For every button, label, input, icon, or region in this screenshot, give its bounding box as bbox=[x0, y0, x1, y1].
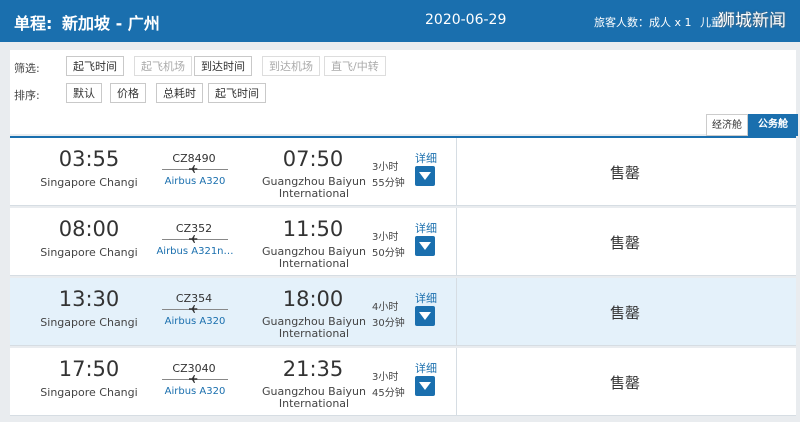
filter-row: 筛选: 起飞时间 起飞机场 到达时间 到达机场 直飞/中转 bbox=[10, 56, 796, 80]
detail-expand-button[interactable] bbox=[415, 376, 435, 396]
chevron-down-icon bbox=[419, 242, 431, 250]
row-divider bbox=[456, 278, 457, 346]
sort-default-button[interactable]: 默认 bbox=[66, 83, 102, 103]
sold-out-status: 售罄 bbox=[609, 164, 640, 182]
sort-departure-time-button[interactable]: 起飞时间 bbox=[208, 83, 266, 103]
route-title: 新加坡 - 广州 bbox=[62, 14, 160, 33]
header-bar: 单程: 新加坡 - 广州 2020-06-29 旅客人数：成人 x 1 儿童 狮… bbox=[0, 0, 800, 42]
detail-expand-button[interactable] bbox=[415, 236, 435, 256]
chevron-down-icon bbox=[419, 172, 431, 180]
chevron-down-icon bbox=[419, 382, 431, 390]
arrival-airport: Guangzhou Baiyun International bbox=[244, 316, 384, 340]
detail-expand-button[interactable] bbox=[415, 306, 435, 326]
arrival-airport: Guangzhou Baiyun International bbox=[244, 386, 384, 410]
arrival-airport-line2: International bbox=[278, 327, 350, 340]
duration-minutes: 45分钟 bbox=[372, 388, 405, 399]
detail-link[interactable]: 详细 bbox=[415, 360, 437, 376]
filter-departure-airport-button[interactable]: 起飞机场 bbox=[134, 56, 192, 76]
detail-expand-button[interactable] bbox=[415, 166, 435, 186]
sort-price-button[interactable]: 价格 bbox=[110, 83, 146, 103]
flight-row[interactable]: 17:50 Singapore Changi CZ3040 Airbus A32… bbox=[10, 348, 796, 416]
plane-icon bbox=[189, 165, 198, 173]
departure-time: 03:55 bbox=[58, 147, 120, 171]
arrival-time: 07:50 bbox=[282, 147, 344, 171]
arrival-airport-line2: International bbox=[278, 187, 350, 200]
arrival-airport-line2: International bbox=[278, 397, 350, 410]
duration-minutes: 55分钟 bbox=[372, 178, 405, 189]
filter-direct-transfer-button[interactable]: 直飞/中转 bbox=[324, 56, 386, 76]
aircraft-type[interactable]: Airbus A321n… bbox=[156, 246, 234, 257]
arrival-time: 21:35 bbox=[282, 357, 344, 381]
detail-link[interactable]: 详细 bbox=[415, 220, 437, 236]
duration-hours: 3小时 bbox=[372, 372, 399, 383]
plane-icon bbox=[189, 305, 198, 313]
departure-airport: Singapore Changi bbox=[40, 316, 138, 329]
filter-arrival-airport-button[interactable]: 到达机场 bbox=[262, 56, 320, 76]
detail-link[interactable]: 详细 bbox=[415, 150, 437, 166]
flight-row[interactable]: 03:55 Singapore Changi CZ8490 Airbus A32… bbox=[10, 138, 796, 206]
tab-business[interactable]: 公务舱 bbox=[748, 114, 798, 136]
departure-airport: Singapore Changi bbox=[40, 176, 138, 189]
travel-date: 2020-06-29 bbox=[425, 12, 507, 28]
chevron-down-icon bbox=[419, 312, 431, 320]
sold-out-status: 售罄 bbox=[609, 304, 640, 322]
arrival-airport: Guangzhou Baiyun International bbox=[244, 176, 384, 200]
arrival-time: 11:50 bbox=[282, 217, 344, 241]
filter-label: 筛选: bbox=[14, 62, 40, 75]
filter-departure-time-button[interactable]: 起飞时间 bbox=[66, 56, 124, 76]
departure-time: 17:50 bbox=[58, 357, 120, 381]
row-divider bbox=[456, 138, 457, 206]
sold-out-status: 售罄 bbox=[609, 374, 640, 392]
departure-airport: Singapore Changi bbox=[40, 246, 138, 259]
duration-minutes: 30分钟 bbox=[372, 318, 405, 329]
passenger-count: 旅客人数：成人 x 1 bbox=[594, 16, 692, 29]
row-divider bbox=[456, 208, 457, 276]
arrival-airport: Guangzhou Baiyun International bbox=[244, 246, 384, 270]
departure-time: 13:30 bbox=[58, 287, 120, 311]
flight-row[interactable]: 13:30 Singapore Changi CZ354 Airbus A320… bbox=[10, 278, 796, 346]
arrival-airport-line2: International bbox=[278, 257, 350, 270]
tab-economy[interactable]: 经济舱 bbox=[706, 114, 748, 136]
sort-row: 排序: 默认 价格 总耗时 起飞时间 bbox=[10, 83, 796, 107]
arrival-time: 18:00 bbox=[282, 287, 344, 311]
plane-icon bbox=[189, 375, 198, 383]
departure-time: 08:00 bbox=[58, 217, 120, 241]
aircraft-type[interactable]: Airbus A320 bbox=[156, 386, 234, 397]
sold-out-status: 售罄 bbox=[609, 234, 640, 252]
row-divider bbox=[456, 348, 457, 416]
sort-label: 排序: bbox=[14, 89, 40, 102]
duration-hours: 3小时 bbox=[372, 162, 399, 173]
aircraft-type[interactable]: Airbus A320 bbox=[156, 316, 234, 327]
filter-panel: 筛选: 起飞时间 起飞机场 到达时间 到达机场 直飞/中转 排序: 默认 价格 … bbox=[10, 50, 796, 134]
sort-duration-button[interactable]: 总耗时 bbox=[156, 83, 203, 103]
trip-type-label: 单程: bbox=[14, 14, 53, 33]
duration-minutes: 50分钟 bbox=[372, 248, 405, 259]
plane-icon bbox=[189, 235, 198, 243]
duration-hours: 4小时 bbox=[372, 302, 399, 313]
duration-hours: 3小时 bbox=[372, 232, 399, 243]
watermark: 狮城新闻 bbox=[718, 11, 786, 31]
filter-arrival-time-button[interactable]: 到达时间 bbox=[194, 56, 252, 76]
detail-link[interactable]: 详细 bbox=[415, 290, 437, 306]
flight-row[interactable]: 08:00 Singapore Changi CZ352 Airbus A321… bbox=[10, 208, 796, 276]
aircraft-type[interactable]: Airbus A320 bbox=[156, 176, 234, 187]
departure-airport: Singapore Changi bbox=[40, 386, 138, 399]
